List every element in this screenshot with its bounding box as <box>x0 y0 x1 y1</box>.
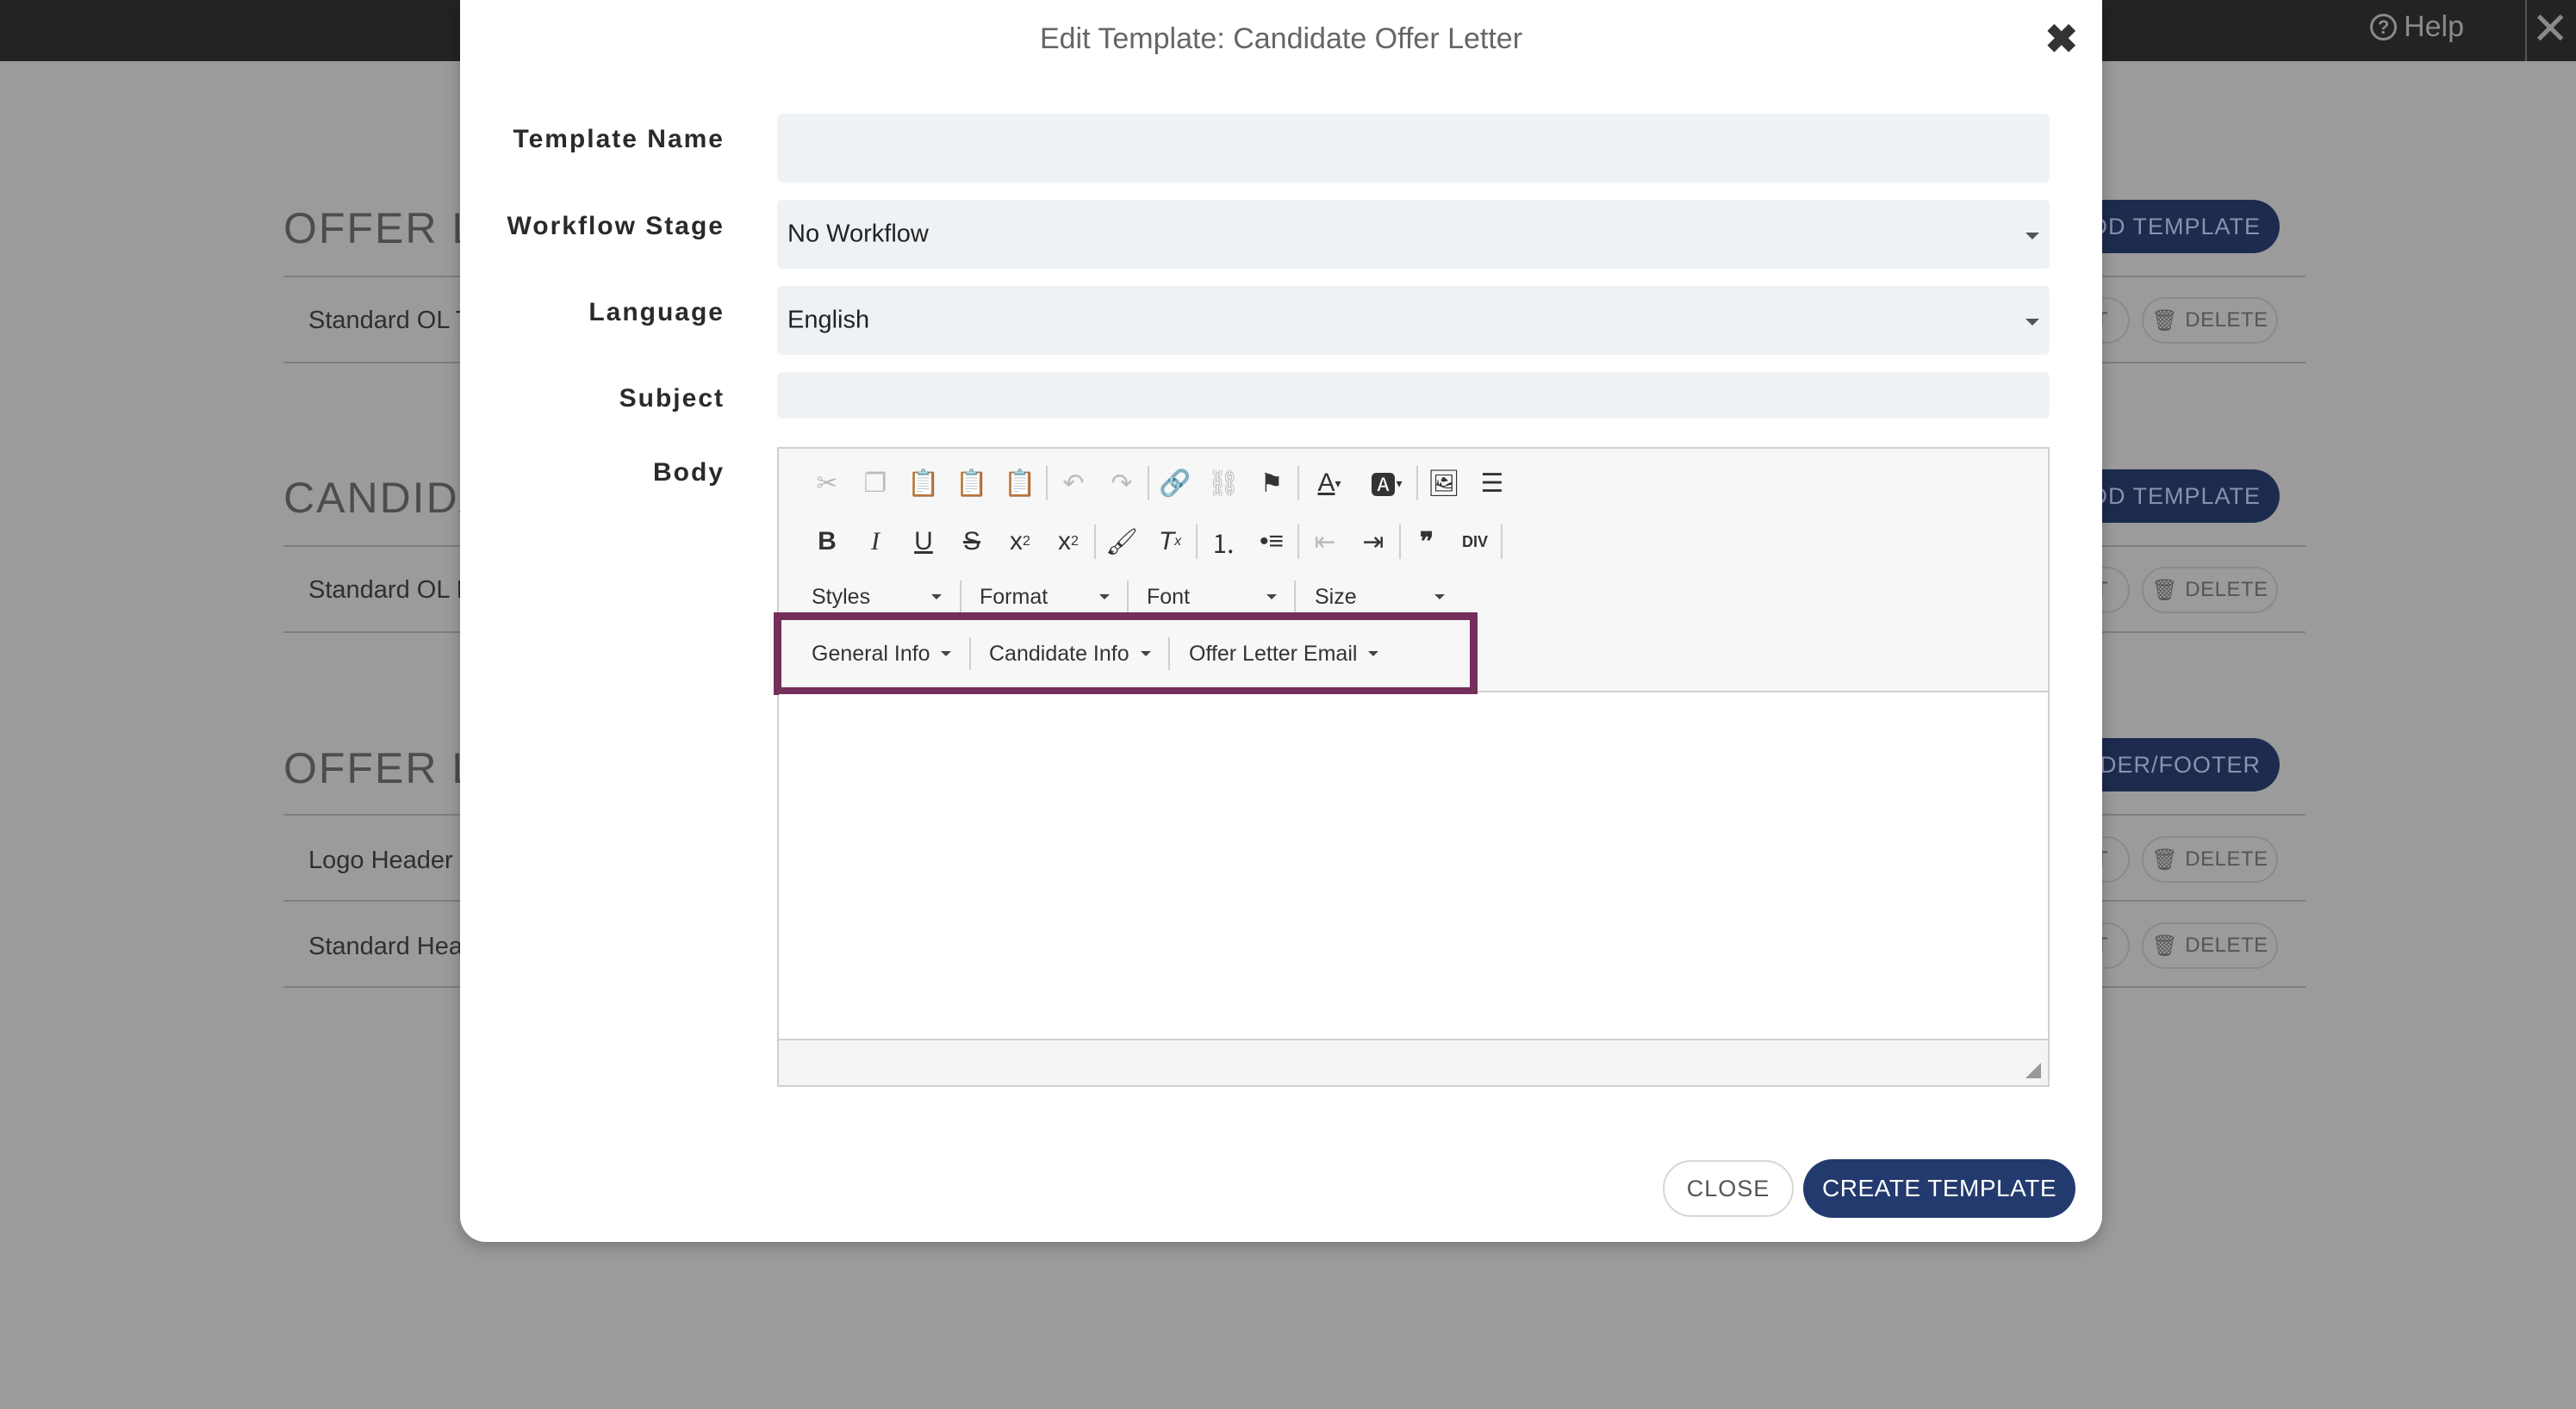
text-color-icon[interactable]: A ▾ <box>1301 461 1358 506</box>
font-label: Font <box>1147 584 1191 609</box>
toolbar-separator <box>1127 580 1129 613</box>
body-label: Body <box>653 458 725 487</box>
toolbar-separator <box>1294 580 1296 613</box>
toolbar-separator <box>1196 524 1198 559</box>
list-item: Standard Hea <box>308 933 463 960</box>
question-circle-icon: ? <box>2370 14 2398 40</box>
toolbar-separator <box>1094 524 1096 559</box>
language-value: English <box>787 306 870 334</box>
trash-icon: 🗑 <box>2151 934 2179 958</box>
list-item: Standard OL T <box>308 307 471 334</box>
resize-handle-icon[interactable] <box>2025 1063 2041 1078</box>
delete-label: DELETE <box>2185 578 2268 601</box>
unlink-icon[interactable]: ⛓ <box>1199 461 1248 506</box>
help-label: Help <box>2404 10 2464 43</box>
list-item: Standard OL I <box>308 576 464 604</box>
link-icon[interactable]: 🔗 <box>1151 461 1199 506</box>
create-template-button[interactable]: CREATE TEMPLATE <box>1803 1159 2075 1218</box>
toolbar-row-1: ✂ ❐ 📋 📋 📋 ↶ ↷ 🔗 ⛓ ⚑ A ▾ 🅰 ▾ 🖼 ☰ <box>803 461 1516 506</box>
font-dropdown[interactable]: Font <box>1147 578 1190 616</box>
toolbar-separator <box>1416 466 1418 500</box>
language-label: Language <box>588 298 725 326</box>
language-select[interactable]: English <box>777 286 2050 355</box>
subscript-icon[interactable]: x2 <box>996 519 1044 564</box>
chevron-down-icon <box>1266 594 1277 599</box>
navbar-divider <box>2525 0 2527 61</box>
workflow-stage-select[interactable]: No Workflow <box>777 200 2050 269</box>
highlight-box <box>774 612 1478 695</box>
editor-status-bar <box>779 1039 2048 1085</box>
blockquote-icon[interactable]: ❞ <box>1403 519 1451 564</box>
trash-icon: 🗑 <box>2151 847 2179 872</box>
workflow-stage-label: Workflow Stage <box>507 212 725 240</box>
numbered-list-icon[interactable]: ⒈ <box>1199 519 1248 564</box>
paste-icon[interactable]: 📋 <box>899 461 948 506</box>
subject-label: Subject <box>619 384 725 413</box>
size-label: Size <box>1315 584 1357 609</box>
chevron-down-icon <box>1099 594 1110 599</box>
styles-label: Styles <box>812 584 871 609</box>
modal-title: Edit Template: Candidate Offer Letter <box>1039 22 1523 55</box>
help-link[interactable]: ? Help <box>2370 10 2464 44</box>
italic-icon[interactable]: I <box>851 519 899 564</box>
toolbar-separator <box>1297 466 1299 500</box>
close-x-icon[interactable]: ✖ <box>2044 16 2078 62</box>
chevron-down-icon <box>2025 233 2039 239</box>
copy-icon[interactable]: ❐ <box>851 461 899 506</box>
list-item: Logo Header <box>308 847 453 874</box>
size-dropdown[interactable]: Size <box>1315 578 1357 616</box>
remove-format-icon[interactable]: Tx <box>1146 519 1194 564</box>
trash-icon: 🗑 <box>2151 578 2179 602</box>
bold-icon[interactable]: B <box>803 519 851 564</box>
background-color-icon[interactable]: 🅰 ▾ <box>1358 461 1415 506</box>
delete-label: DELETE <box>2185 308 2268 332</box>
delete-button[interactable]: 🗑 DELETE <box>2142 922 2278 969</box>
underline-icon[interactable]: U <box>899 519 948 564</box>
format-dropdown[interactable]: Format <box>980 578 1048 616</box>
delete-label: DELETE <box>2185 934 2268 957</box>
edit-template-modal: Edit Template: Candidate Offer Letter ✖ … <box>460 0 2102 1242</box>
image-icon[interactable]: 🖼 <box>1420 461 1468 506</box>
delete-label: DELETE <box>2185 847 2268 871</box>
close-button[interactable]: CLOSE <box>1663 1160 1794 1217</box>
indent-icon[interactable]: ⇥ <box>1349 519 1397 564</box>
trash-icon: 🗑 <box>2151 308 2179 332</box>
close-icon[interactable]: ✕ <box>2531 3 2569 55</box>
chevron-down-icon <box>1434 594 1445 599</box>
div-container-icon[interactable]: DIV <box>1451 519 1499 564</box>
template-name-label: Template Name <box>513 125 725 153</box>
toolbar-separator <box>1148 466 1149 500</box>
cut-icon[interactable]: ✂ <box>803 461 851 506</box>
delete-button[interactable]: 🗑 DELETE <box>2142 567 2278 613</box>
chevron-down-icon <box>2025 319 2039 326</box>
workflow-stage-value: No Workflow <box>787 220 929 248</box>
strikethrough-icon[interactable]: S <box>948 519 996 564</box>
undo-icon[interactable]: ↶ <box>1049 461 1098 506</box>
bulleted-list-icon[interactable]: •≡ <box>1248 519 1296 564</box>
toolbar-separator <box>1501 524 1503 559</box>
toolbar-row-2: B I U S x2 x2 🖌 Tx ⒈ •≡ ⇤ ⇥ ❞ DIV <box>803 519 1504 564</box>
template-name-input[interactable] <box>777 114 2050 183</box>
paste-word-icon[interactable]: 📋 <box>996 461 1044 506</box>
redo-icon[interactable]: ↷ <box>1098 461 1146 506</box>
copy-format-icon[interactable]: 🖌 <box>1098 519 1146 564</box>
toolbar-separator <box>1046 466 1048 500</box>
delete-button[interactable]: 🗑 DELETE <box>2142 297 2278 344</box>
outdent-icon[interactable]: ⇤ <box>1301 519 1349 564</box>
superscript-icon[interactable]: x2 <box>1044 519 1092 564</box>
subject-input[interactable] <box>777 372 2050 419</box>
toolbar-separator <box>1297 524 1299 559</box>
section-title-candidate: CANDIDA <box>283 474 490 522</box>
anchor-flag-icon[interactable]: ⚑ <box>1248 461 1296 506</box>
chevron-down-icon <box>931 594 942 599</box>
format-label: Format <box>980 584 1048 609</box>
delete-button[interactable]: 🗑 DELETE <box>2142 836 2278 883</box>
toolbar-separator <box>1399 524 1401 559</box>
horizontal-rule-icon[interactable]: ☰ <box>1468 461 1516 506</box>
styles-dropdown[interactable]: Styles <box>812 578 870 616</box>
toolbar-separator <box>960 580 961 613</box>
editor-body[interactable] <box>779 694 2048 1040</box>
paste-text-icon[interactable]: 📋 <box>948 461 996 506</box>
